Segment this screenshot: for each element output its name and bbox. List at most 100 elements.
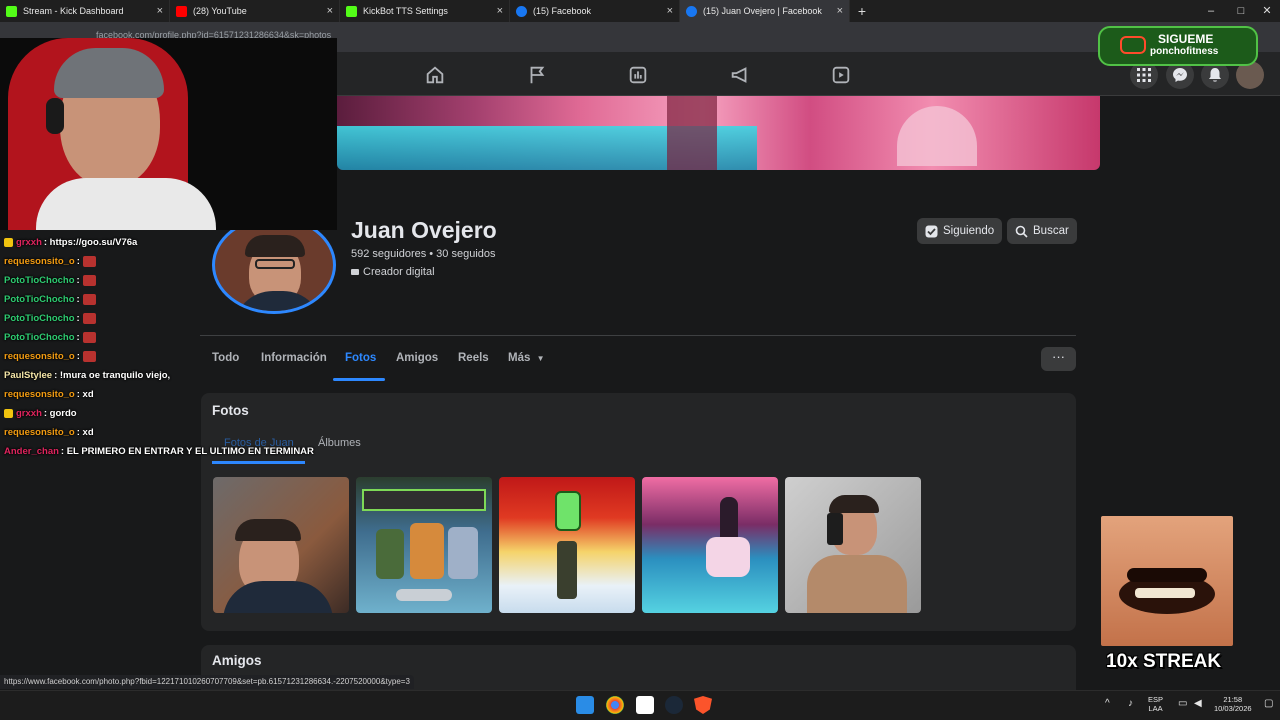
chat-message: requesonsito_o : xd xyxy=(4,385,334,404)
more-options-button[interactable]: ··· xyxy=(1041,347,1076,371)
close-icon[interactable]: × xyxy=(837,5,843,17)
chat-text: : EL PRIMERO EN ENTRAR Y EL ULTIMO EN TE… xyxy=(60,446,314,457)
checked-user-icon xyxy=(925,225,938,237)
tab-label: KickBot TTS Settings xyxy=(363,6,448,16)
photo-thumbnail[interactable] xyxy=(785,477,921,613)
chat-text: : xyxy=(76,313,80,324)
reels-icon[interactable] xyxy=(830,64,852,86)
active-tab-indicator xyxy=(333,378,385,381)
tab-youtube[interactable]: (28) YouTube × xyxy=(170,0,340,22)
chat-username: grxxh xyxy=(16,237,42,248)
chat-message: PotoTioChocho : xyxy=(4,328,334,347)
close-icon[interactable]: × xyxy=(157,5,163,17)
emote-icon xyxy=(82,313,96,324)
chat-username: PotoTioChocho xyxy=(4,313,75,324)
photo-thumbnail[interactable] xyxy=(642,477,778,613)
chat-message: PaulStylee : !mura oe tranquilo viejo, xyxy=(4,366,334,385)
chat-username: PotoTioChocho xyxy=(4,332,75,343)
tab-mas[interactable]: Más ▼ xyxy=(508,352,545,364)
close-icon[interactable]: × xyxy=(327,5,333,17)
tab-reels[interactable]: Reels xyxy=(458,352,489,364)
youtube-icon xyxy=(1120,36,1146,54)
tab-kickbot-tts[interactable]: KickBot TTS Settings × xyxy=(340,0,510,22)
emote-icon xyxy=(82,351,96,362)
chat-message: PotoTioChocho : xyxy=(4,290,334,309)
emote-icon xyxy=(82,256,96,267)
chat-username: PotoTioChocho xyxy=(4,294,75,305)
network-icon[interactable]: ▭ xyxy=(1178,698,1187,709)
chat-text: : xd xyxy=(76,389,94,400)
windows-start-icon[interactable] xyxy=(576,696,594,714)
volume-icon[interactable]: ◀ xyxy=(1194,698,1202,709)
facebook-icon xyxy=(516,5,527,17)
chat-username: requesonsito_o xyxy=(4,427,75,438)
browser-tab-bar: Stream - Kick Dashboard × (28) YouTube ×… xyxy=(0,0,1280,22)
chat-username: Ander_chan xyxy=(4,446,59,457)
streak-counter: 10x STREAK xyxy=(1106,651,1222,672)
microphone-icon[interactable]: ♪ xyxy=(1128,698,1133,709)
language-indicator[interactable]: ESP LAA xyxy=(1148,695,1163,713)
chat-text: : xyxy=(76,351,80,362)
following-button[interactable]: Siguiendo xyxy=(917,218,1003,244)
minimize-button[interactable]: – xyxy=(1196,0,1226,22)
tab-juan-ovejero[interactable]: (15) Juan Ovejero | Facebook × xyxy=(680,0,850,22)
chat-username: requesonsito_o xyxy=(4,351,75,362)
chat-message: grxxh : gordo xyxy=(4,404,334,423)
follow-handle: ponchofitness xyxy=(1150,46,1219,57)
profile-stats[interactable]: 592 seguidores • 30 seguidos xyxy=(351,248,496,260)
steam-icon[interactable] xyxy=(665,696,683,714)
emote-icon xyxy=(82,294,96,305)
link-status-bar: https://www.facebook.com/photo.php?fbid=… xyxy=(0,675,414,689)
home-icon[interactable] xyxy=(424,64,446,86)
chat-message: requesonsito_o : xyxy=(4,252,334,271)
tab-kick-dashboard[interactable]: Stream - Kick Dashboard × xyxy=(0,0,170,22)
chart-icon[interactable] xyxy=(627,64,649,86)
tab-fotos[interactable]: Fotos xyxy=(345,352,376,364)
chevron-up-icon[interactable]: ^ xyxy=(1105,698,1110,709)
chat-text: : https://goo.su/V76a xyxy=(43,237,138,248)
close-window-button[interactable]: ✕ xyxy=(1252,0,1280,22)
subtab-indicator xyxy=(212,461,305,464)
facebook-icon xyxy=(686,5,697,17)
chrome-icon[interactable] xyxy=(606,696,624,714)
bell-icon xyxy=(1209,68,1221,82)
follow-title: SIGUEME xyxy=(1158,32,1214,46)
kick-icon xyxy=(6,5,17,17)
document-icon[interactable] xyxy=(636,696,654,714)
chat-message: requesonsito_o : xyxy=(4,347,334,366)
tab-label: Stream - Kick Dashboard xyxy=(23,6,124,16)
cover-photo[interactable] xyxy=(337,96,1100,170)
messenger-icon xyxy=(1173,68,1187,82)
chevron-down-icon: ▼ xyxy=(536,354,545,363)
close-icon[interactable]: × xyxy=(497,5,503,17)
search-label: Buscar xyxy=(1033,225,1069,237)
chat-text: : xyxy=(76,332,80,343)
chat-text: : gordo xyxy=(43,408,77,419)
search-profile-button[interactable]: Buscar xyxy=(1007,218,1077,244)
friends-title: Amigos xyxy=(212,653,262,668)
profile-name: Juan Ovejero xyxy=(351,217,497,243)
kick-icon xyxy=(346,5,357,17)
notification-icon[interactable]: ▢ xyxy=(1264,698,1273,709)
flag-icon[interactable] xyxy=(526,64,548,86)
tab-label: (28) YouTube xyxy=(193,6,247,16)
clock[interactable]: 21:58 10/03/2026 xyxy=(1214,695,1252,713)
webcam-overlay xyxy=(0,38,337,230)
megaphone-icon[interactable] xyxy=(729,64,751,86)
close-icon[interactable]: × xyxy=(667,5,673,17)
photo-thumbnail[interactable] xyxy=(213,477,349,613)
tab-facebook[interactable]: (15) Facebook × xyxy=(510,0,680,22)
category-label: Creador digital xyxy=(363,266,435,278)
chat-message: PotoTioChocho : xyxy=(4,309,334,328)
profile-category: Creador digital xyxy=(351,266,435,278)
laughing-man-image xyxy=(1101,516,1233,646)
photo-thumbnail[interactable] xyxy=(499,477,635,613)
new-tab-button[interactable]: + xyxy=(850,0,874,22)
tab-mas-label: Más xyxy=(508,352,531,364)
photo-thumbnail[interactable] xyxy=(356,477,492,613)
tab-amigos[interactable]: Amigos xyxy=(396,352,438,364)
chat-username: requesonsito_o xyxy=(4,256,75,267)
chat-message: requesonsito_o : xd xyxy=(4,423,334,442)
stream-chat: grxxh: https://goo.su/V76a requesonsito_o… xyxy=(4,233,334,461)
language-code: ESP xyxy=(1148,695,1164,704)
